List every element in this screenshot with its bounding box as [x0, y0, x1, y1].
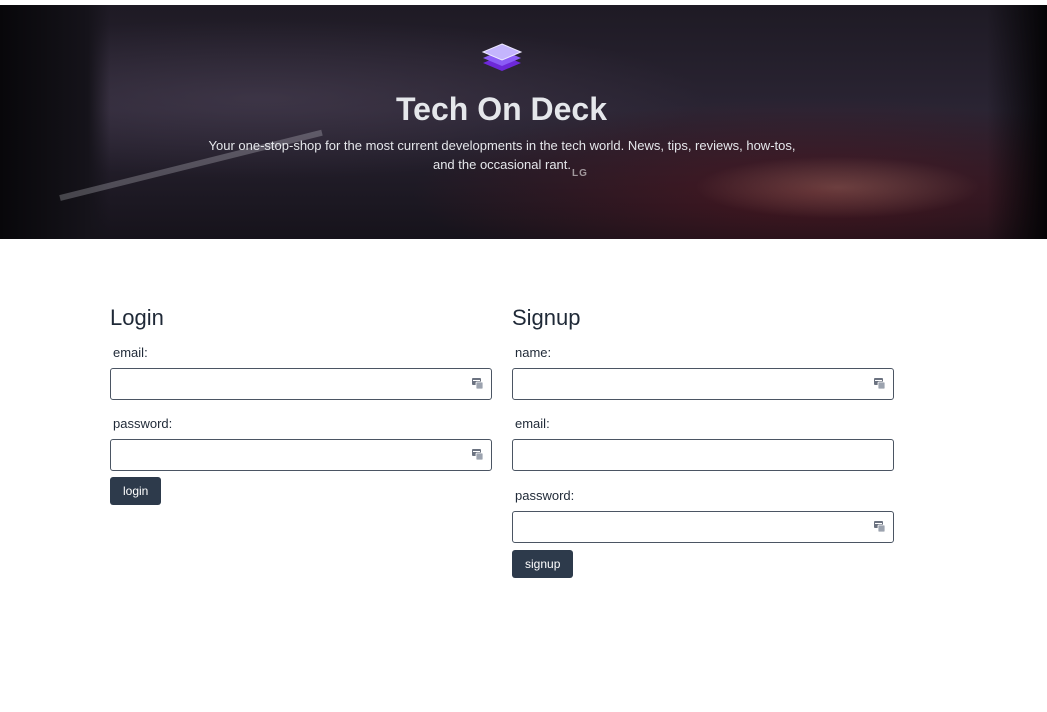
login-form: Login email: password: login	[110, 303, 492, 505]
signup-email-input[interactable]	[512, 439, 894, 471]
login-password-label: password:	[113, 416, 173, 431]
hero-banner: LG Tech On Deck Your one-stop-shop for t…	[0, 5, 1047, 239]
signup-name-input[interactable]	[512, 368, 894, 400]
autofill-card-icon	[874, 521, 885, 532]
signup-email-label: email:	[515, 416, 550, 431]
signup-heading: Signup	[512, 305, 581, 330]
signup-password-field-wrap	[512, 511, 894, 543]
login-heading: Login	[110, 305, 164, 330]
site-tagline: Your one-stop-shop for the most current …	[208, 138, 796, 172]
login-button[interactable]: login	[110, 477, 162, 505]
signup-password-input[interactable]	[512, 511, 894, 543]
autofill-card-icon	[874, 378, 885, 389]
signup-form: Signup name: email: password: signup	[512, 303, 894, 578]
login-email-label: email:	[113, 345, 148, 360]
login-email-input[interactable]	[110, 368, 492, 400]
login-password-input[interactable]	[110, 439, 492, 471]
autofill-card-icon	[472, 378, 483, 389]
signup-password-label: password:	[515, 488, 575, 503]
stack-layers-icon	[481, 43, 523, 71]
login-email-field-wrap	[110, 368, 492, 400]
signup-email-field-wrap	[512, 439, 894, 471]
signup-name-label: name:	[515, 345, 552, 360]
autofill-card-icon	[472, 449, 483, 460]
hero-content: Tech On Deck Your one-stop-shop for the …	[0, 5, 1047, 239]
signup-name-field-wrap	[512, 368, 894, 400]
site-title: Tech On Deck	[395, 91, 608, 127]
signup-button[interactable]: signup	[512, 550, 574, 578]
login-password-field-wrap	[110, 439, 492, 471]
